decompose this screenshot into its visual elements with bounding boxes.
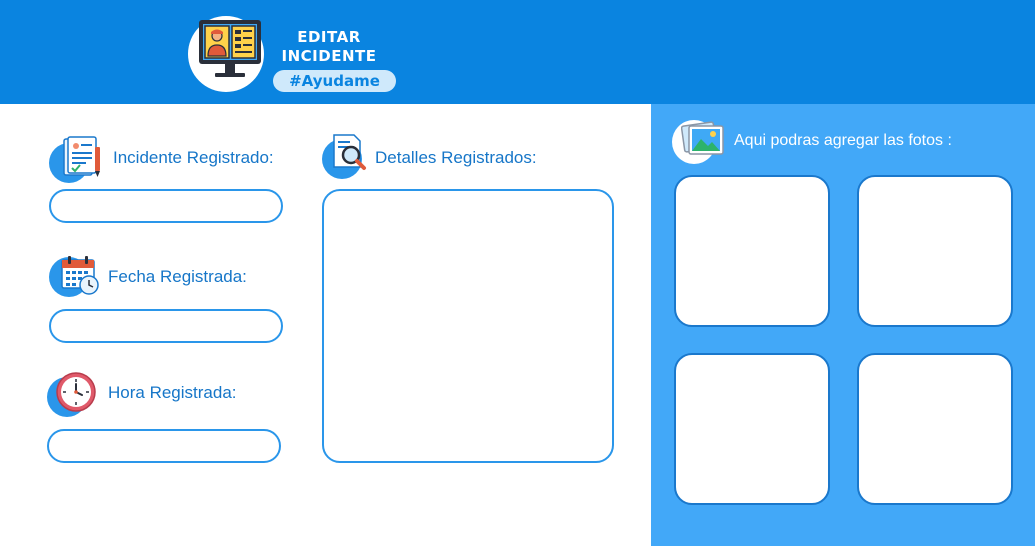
photo-slot-1[interactable] [674, 175, 830, 327]
fecha-label: Fecha Registrada: [108, 267, 247, 286]
calendar-clock-icon [61, 256, 99, 295]
photos-label: Aqui podras agregar las fotos : [734, 132, 952, 149]
clipboard-document-icon [63, 136, 100, 177]
hora-label: Hora Registrada: [108, 383, 237, 402]
page-title: EDITAR INCIDENTE [274, 28, 384, 66]
hashtag-badge: #Ayudame [273, 70, 396, 92]
photo-slot-3[interactable] [674, 353, 830, 505]
title-line-2: INCIDENTE [281, 47, 377, 65]
header-bar [0, 0, 1035, 104]
hora-input[interactable] [47, 429, 281, 463]
photo-slot-2[interactable] [857, 175, 1013, 327]
image-gallery-icon [681, 121, 724, 155]
incidente-input[interactable] [49, 189, 283, 223]
detalles-textarea[interactable] [322, 189, 614, 463]
document-search-icon [333, 134, 366, 170]
fecha-input[interactable] [49, 309, 283, 343]
photo-slot-4[interactable] [857, 353, 1013, 505]
clock-icon [56, 372, 96, 412]
detalles-label: Detalles Registrados: [375, 148, 537, 167]
incidente-label: Incidente Registrado: [113, 148, 274, 167]
computer-user-profile-icon [199, 20, 261, 77]
title-line-1: EDITAR [297, 28, 361, 46]
